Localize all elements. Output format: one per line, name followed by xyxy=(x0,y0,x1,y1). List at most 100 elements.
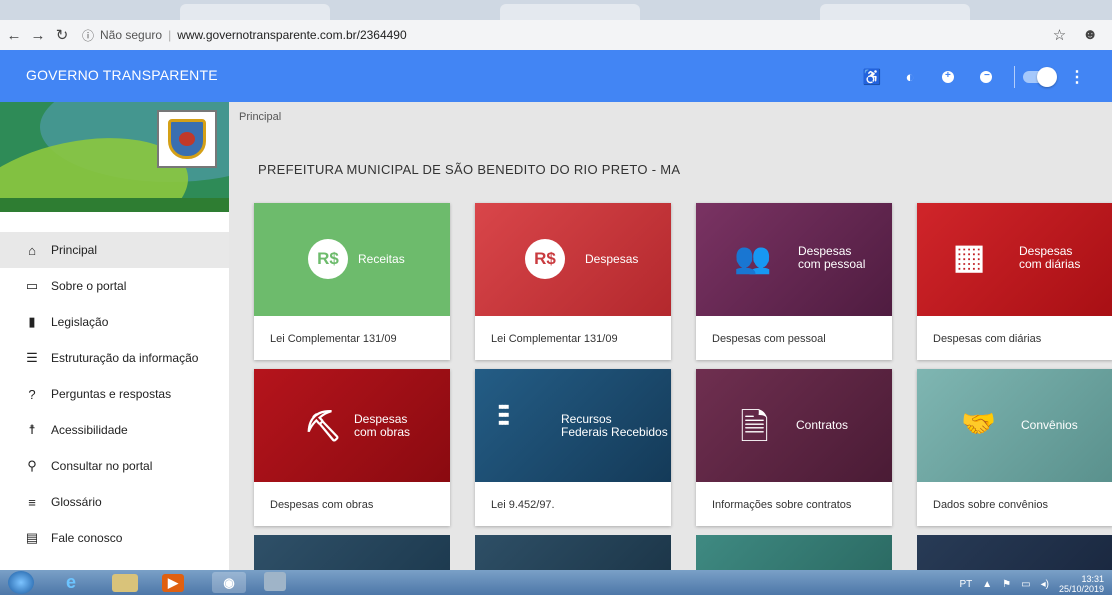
accessibility-icon[interactable]: ♿ xyxy=(862,67,882,87)
browser-tab[interactable] xyxy=(180,4,330,20)
address-bar[interactable]: ⓘ Não seguro | www.governotransparente.c… xyxy=(82,27,407,44)
card-partial[interactable] xyxy=(917,535,1112,570)
handshake-icon: 🤝 xyxy=(961,408,996,439)
sidebar-item-sobre[interactable]: ▭ Sobre o portal xyxy=(0,268,229,304)
media-player-icon[interactable]: ▶ xyxy=(162,574,184,592)
question-icon: ? xyxy=(28,386,36,402)
sidebar-item-fale-conosco[interactable]: ▤ Fale conosco xyxy=(0,520,229,556)
flag-icon[interactable]: ⚑ xyxy=(1002,579,1011,590)
card-banner: R$ Receitas xyxy=(254,203,450,316)
card-banner: 👥 Despesas com pessoal xyxy=(696,203,892,316)
card-banner: ▦ Despesas com diárias xyxy=(917,203,1112,316)
more-vert-icon[interactable]: ⋮ xyxy=(1067,67,1087,87)
card-title: Receitas xyxy=(358,252,405,266)
money-icon: R$ xyxy=(525,239,565,279)
clock-time: 13:31 xyxy=(1081,574,1104,584)
card-title: Despesas com obras xyxy=(354,412,411,439)
app-header: GOVERNO TRANSPARENTE ♿ ◐ + − ⋮ xyxy=(0,50,1112,102)
card-description: Dados sobre convênios xyxy=(933,499,1048,511)
document-icon: 🗎 xyxy=(740,406,769,447)
card-description: Despesas com diárias xyxy=(933,333,1042,345)
sidebar-banner xyxy=(0,102,229,212)
zoom-out-icon[interactable]: − xyxy=(976,67,996,87)
sidebar-item-legislacao[interactable]: ▮ Legislação xyxy=(0,304,229,340)
divider xyxy=(1014,66,1015,88)
list-icon: ≡ xyxy=(28,494,36,510)
start-button[interactable] xyxy=(8,571,34,594)
sidebar: ⌂ Principal ▭ Sobre o portal ▮ Legislaçã… xyxy=(0,102,229,570)
card-convenios[interactable]: 🤝 Convênios Dados sobre convênios xyxy=(917,369,1112,526)
worker-icon: ⛏ xyxy=(304,410,343,443)
system-tray: PT ▲ ⚑ ▭ ◂) 13:31 25/10/2019 xyxy=(959,574,1104,594)
browser-tab[interactable] xyxy=(820,4,970,20)
card-despesas[interactable]: R$ Despesas Lei Complementar 131/09 xyxy=(475,203,671,360)
app-title[interactable]: GOVERNO TRANSPARENTE xyxy=(26,67,218,83)
tray-expand-icon[interactable]: ▲ xyxy=(982,579,992,590)
card-banner: R$ Despesas xyxy=(475,203,671,316)
sidebar-item-label: Consultar no portal xyxy=(51,459,153,473)
card-title: Despesas com pessoal xyxy=(798,244,866,271)
sidebar-item-label: Principal xyxy=(51,243,98,257)
municipal-crest-logo xyxy=(157,110,217,168)
sidebar-item-glossario[interactable]: ≡ Glossário xyxy=(0,484,229,520)
sidebar-item-principal[interactable]: ⌂ Principal xyxy=(0,232,229,268)
sidebar-item-label: Fale conosco xyxy=(51,531,123,545)
volume-icon[interactable]: ◂) xyxy=(1041,579,1049,590)
reload-icon[interactable]: ↻ xyxy=(52,24,72,46)
bookmark-star-icon[interactable]: ☆ xyxy=(1053,26,1066,44)
card-contratos[interactable]: 🗎 Contratos Informações sobre contratos xyxy=(696,369,892,526)
sidebar-item-estruturacao[interactable]: ☰ Estruturação da informação xyxy=(0,340,229,376)
card-partial[interactable] xyxy=(254,535,450,570)
card-title: Despesas com diárias xyxy=(1019,244,1081,271)
contrast-icon[interactable]: ◐ xyxy=(900,67,920,87)
sidebar-item-label: Glossário xyxy=(51,495,102,509)
card-despesas-pessoal[interactable]: 👥 Despesas com pessoal Despesas com pesso… xyxy=(696,203,892,360)
sidebar-item-label: Acessibilidade xyxy=(51,423,128,437)
card-despesas-obras[interactable]: ⛏ Despesas com obras Despesas com obras xyxy=(254,369,450,526)
security-label: Não seguro xyxy=(100,28,163,42)
network-icon[interactable]: ▭ xyxy=(1021,579,1030,590)
calculator-icon[interactable] xyxy=(264,572,286,591)
url-text: www.governotransparente.com.br/2364490 xyxy=(177,28,407,42)
main-content: Principal PREFEITURA MUNICIPAL DE SÃO BE… xyxy=(229,102,1112,570)
sidebar-item-label: Sobre o portal xyxy=(51,279,127,293)
browser-tab-strip xyxy=(0,0,1112,20)
calendar-icon: ▦ xyxy=(953,238,986,276)
browser-tab[interactable] xyxy=(500,4,640,20)
card-despesas-diarias[interactable]: ▦ Despesas com diárias Despesas com diári… xyxy=(917,203,1112,360)
card-banner: ⫶⫶⫶ Recursos Federais Recebidos xyxy=(475,369,671,482)
sidebar-item-label: Perguntas e respostas xyxy=(51,387,172,401)
card-banner: 🗎 Contratos xyxy=(696,369,892,482)
sidebar-nav: ⌂ Principal ▭ Sobre o portal ▮ Legislaçã… xyxy=(0,232,229,556)
explorer-icon[interactable] xyxy=(112,574,138,592)
forward-icon[interactable]: → xyxy=(28,24,48,46)
card-description: Lei 9.452/97. xyxy=(491,499,555,511)
profile-icon[interactable]: ☻ xyxy=(1082,26,1098,44)
card-recursos-federais[interactable]: ⫶⫶⫶ Recursos Federais Recebidos Lei 9.452… xyxy=(475,369,671,526)
chrome-icon[interactable]: ◉ xyxy=(212,572,246,593)
theme-toggle[interactable] xyxy=(1023,67,1057,87)
card-description: Despesas com obras xyxy=(270,499,374,511)
sidebar-item-consultar[interactable]: ⚲ Consultar no portal xyxy=(0,448,229,484)
back-icon[interactable]: ← xyxy=(4,24,24,46)
sidebar-item-label: Legislação xyxy=(51,315,109,329)
card-description: Lei Complementar 131/09 xyxy=(270,333,397,345)
ie-icon[interactable]: e xyxy=(54,572,88,593)
card-receitas[interactable]: R$ Receitas Lei Complementar 131/09 xyxy=(254,203,450,360)
zoom-in-icon[interactable]: + xyxy=(938,67,958,87)
sidebar-item-perguntas[interactable]: ? Perguntas e respostas xyxy=(0,376,229,412)
language-indicator[interactable]: PT xyxy=(959,579,972,590)
page-title: PREFEITURA MUNICIPAL DE SÃO BENEDITO DO … xyxy=(258,162,681,177)
card-title: Convênios xyxy=(1021,418,1078,432)
card-partial[interactable] xyxy=(696,535,892,570)
sidebar-item-acessibilidade[interactable]: ☨ Acessibilidade xyxy=(0,412,229,448)
clock[interactable]: 13:31 25/10/2019 xyxy=(1059,574,1104,594)
breadcrumb[interactable]: Principal xyxy=(239,111,281,123)
card-description: Lei Complementar 131/09 xyxy=(491,333,618,345)
info-icon[interactable]: ⓘ xyxy=(82,27,94,44)
list-alt-icon: ☰ xyxy=(26,350,38,365)
card-banner: ⛏ Despesas com obras xyxy=(254,369,450,482)
card-partial[interactable] xyxy=(475,535,671,570)
card-description: Despesas com pessoal xyxy=(712,333,826,345)
card-banner: 🤝 Convênios xyxy=(917,369,1112,482)
